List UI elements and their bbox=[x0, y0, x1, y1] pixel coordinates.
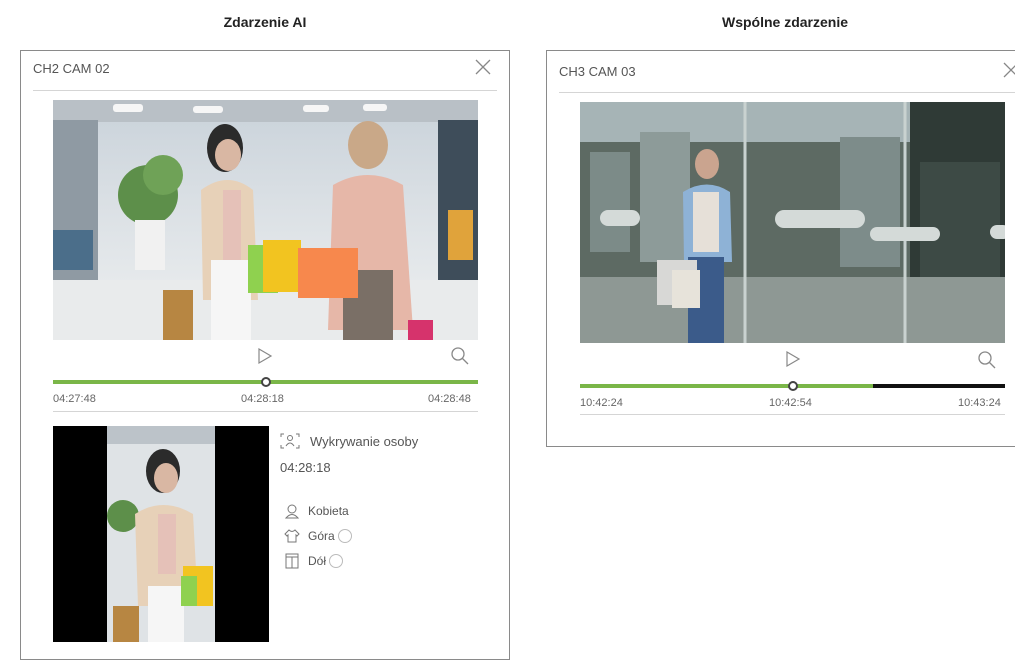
time-current: 10:42:54 bbox=[769, 397, 812, 409]
playhead-knob[interactable] bbox=[261, 377, 271, 387]
left-caption: Zdarzenie AI bbox=[223, 14, 307, 30]
detection-timestamp: 04:28:18 bbox=[280, 460, 331, 475]
play-icon[interactable] bbox=[257, 347, 273, 365]
color-indicator bbox=[329, 554, 344, 568]
attribute-upper: Góra bbox=[284, 528, 352, 544]
playhead-knob[interactable] bbox=[788, 381, 798, 391]
panel-title: CH3 CAM 03 bbox=[559, 64, 636, 79]
time-start: 04:27:48 bbox=[53, 393, 96, 405]
lower-body-clothing-icon bbox=[285, 553, 299, 569]
zoom-icon[interactable] bbox=[977, 350, 997, 370]
attribute-label: Dół bbox=[308, 554, 327, 568]
close-icon[interactable] bbox=[1002, 61, 1015, 79]
timeline-unrecorded bbox=[873, 384, 1005, 388]
close-icon[interactable] bbox=[474, 58, 492, 76]
video-frame[interactable] bbox=[53, 100, 478, 340]
person-detect-icon bbox=[280, 433, 300, 449]
time-end: 10:43:24 bbox=[958, 397, 1001, 409]
attribute-gender: Kobieta bbox=[284, 503, 349, 519]
attribute-lower: Dół bbox=[284, 553, 344, 569]
detection-thumbnail[interactable] bbox=[53, 426, 269, 642]
color-indicator bbox=[337, 529, 352, 543]
timeline[interactable] bbox=[580, 381, 1005, 391]
right-caption: Wspólne zdarzenie bbox=[721, 14, 849, 30]
time-end: 04:28:48 bbox=[428, 393, 471, 405]
time-start: 10:42:24 bbox=[580, 397, 623, 409]
play-icon[interactable] bbox=[785, 350, 801, 368]
common-event-panel: CH3 CAM 03 10:42:24 10:42:54 10:43:24 bbox=[546, 50, 1015, 447]
upper-body-clothing-icon bbox=[284, 529, 300, 543]
timeline-recorded bbox=[580, 384, 874, 388]
person-bust-icon bbox=[284, 504, 300, 519]
attribute-label: Kobieta bbox=[308, 504, 349, 518]
ai-event-panel: CH2 CAM 02 04:27:48 04:28:18 04:28:48 Wy… bbox=[20, 50, 510, 660]
attribute-label: Góra bbox=[308, 529, 335, 543]
time-current: 04:28:18 bbox=[241, 393, 284, 405]
zoom-icon[interactable] bbox=[450, 346, 470, 366]
panel-title: CH2 CAM 02 bbox=[33, 61, 110, 76]
timeline[interactable] bbox=[53, 377, 478, 387]
detection-type-label: Wykrywanie osoby bbox=[310, 434, 419, 449]
video-frame[interactable] bbox=[580, 102, 1005, 343]
